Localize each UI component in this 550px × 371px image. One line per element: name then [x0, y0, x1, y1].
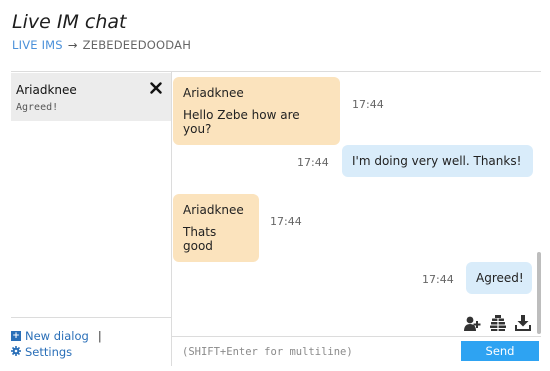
- message-time: 17:44: [352, 98, 384, 111]
- archive-icon[interactable]: [489, 315, 506, 331]
- breadcrumb-current: ZEBEDEEDOODAH: [82, 38, 192, 52]
- gear-icon: [11, 346, 21, 358]
- download-icon[interactable]: [514, 315, 531, 331]
- settings-label: Settings: [25, 345, 73, 359]
- message-outgoing: Agreed!: [466, 262, 532, 294]
- breadcrumb-arrow-icon: →: [67, 38, 78, 52]
- breadcrumb: LIVE IMS → ZEBEDEEDOODAH: [12, 38, 191, 52]
- message-composer: Send: [171, 336, 541, 366]
- dialog-item-ariadknee[interactable]: Ariadknee Agreed!: [11, 73, 171, 121]
- message-text: Agreed!: [476, 271, 524, 285]
- message-text: I'm doing very well. Thanks!: [352, 154, 522, 168]
- message-incoming: Ariadknee Hello Zebe how are you?: [173, 77, 340, 145]
- close-icon[interactable]: [150, 79, 162, 98]
- chat-toolbar: [464, 315, 531, 331]
- dialog-preview: Agreed!: [16, 102, 59, 113]
- sidebar-footer: + New dialog | Settings: [11, 317, 171, 360]
- send-button[interactable]: Send: [461, 341, 539, 361]
- dialog-sidebar: Ariadknee Agreed! + New dialog | Setting…: [11, 71, 171, 366]
- plus-square-icon: +: [11, 331, 21, 341]
- new-dialog-label: New dialog: [25, 329, 89, 343]
- message-text: Thats good: [183, 225, 217, 253]
- settings-link[interactable]: Settings: [11, 345, 72, 359]
- add-user-icon[interactable]: [464, 315, 481, 331]
- message-text: Hello Zebe how are you?: [183, 108, 300, 136]
- breadcrumb-link-live-ims[interactable]: LIVE IMS: [12, 38, 63, 52]
- message-sender: Ariadknee: [183, 203, 244, 217]
- dialog-name: Ariadknee: [16, 83, 77, 97]
- page-title: Live IM chat: [12, 11, 127, 33]
- message-outgoing: I'm doing very well. Thanks!: [342, 145, 533, 177]
- chat-scrollbar[interactable]: [537, 252, 541, 334]
- chat-history: Ariadknee Hello Zebe how are you? 17:44 …: [171, 71, 541, 336]
- message-input[interactable]: [182, 343, 452, 361]
- new-dialog-link[interactable]: + New dialog: [11, 329, 89, 343]
- message-time: 17:44: [270, 215, 302, 228]
- message-incoming: Ariadknee Thats good: [173, 194, 259, 262]
- message-time: 17:44: [422, 273, 454, 286]
- message-sender: Ariadknee: [183, 86, 244, 100]
- message-time: 17:44: [297, 156, 329, 169]
- footer-separator: |: [97, 329, 102, 343]
